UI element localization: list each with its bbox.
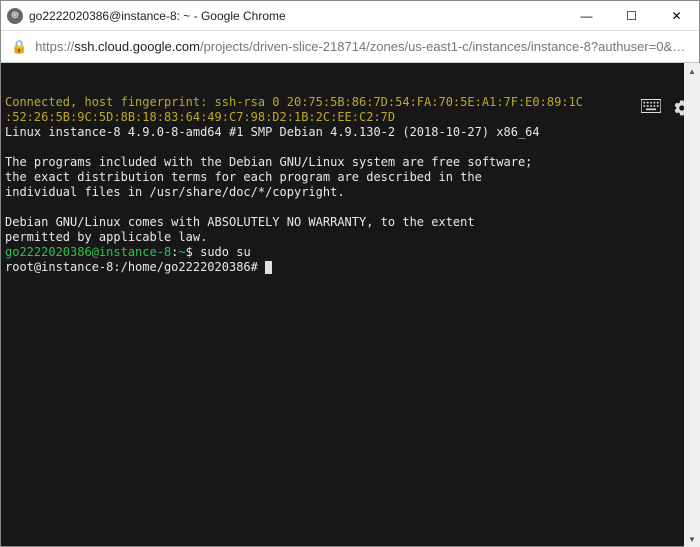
motd-line-1: The programs included with the Debian GN… [5, 155, 532, 169]
scroll-down-button[interactable]: ▼ [684, 531, 700, 547]
kernel-line: Linux instance-8 4.9.0-8-amd64 #1 SMP De… [5, 125, 540, 139]
lock-icon[interactable]: 🔒 [11, 39, 27, 55]
url-host: ssh.cloud.google.com [74, 39, 200, 54]
prompt-suffix: $ [186, 245, 200, 259]
url-scheme: https:// [35, 39, 74, 54]
prompt-path: ~ [178, 245, 185, 259]
prompt-line-2: root@instance-8:/home/go2222020386# [5, 260, 272, 274]
minimize-button[interactable]: — [564, 1, 609, 30]
close-button[interactable]: ✕ [654, 1, 699, 30]
fingerprint-line-2: :52:26:5B:9C:5D:8B:18:83:64:49:C7:98:D2:… [5, 110, 395, 124]
prompt-user: go2222020386@instance-8 [5, 245, 171, 259]
scroll-track[interactable] [684, 79, 700, 531]
motd-line-3: individual files in /usr/share/doc/*/cop… [5, 185, 345, 199]
maximize-button[interactable]: ☐ [609, 1, 654, 30]
keyboard-icon[interactable] [641, 69, 659, 85]
url-path: /projects/driven-slice-218714/zones/us-e… [200, 39, 689, 54]
scrollbar[interactable]: ▲ ▼ [684, 63, 700, 547]
command-text: sudo su [200, 245, 251, 259]
cursor [265, 261, 272, 274]
terminal-output[interactable]: Connected, host fingerprint: ssh-rsa 0 2… [1, 63, 699, 546]
motd-line-5: permitted by applicable law. [5, 230, 207, 244]
fingerprint-line-1: Connected, host fingerprint: ssh-rsa 0 2… [5, 95, 583, 109]
url-display[interactable]: https://ssh.cloud.google.com/projects/dr… [35, 39, 689, 54]
motd-line-4: Debian GNU/Linux comes with ABSOLUTELY N… [5, 215, 475, 229]
root-prompt: root@instance-8:/home/go2222020386# [5, 260, 265, 274]
motd-line-2: the exact distribution terms for each pr… [5, 170, 482, 184]
scroll-up-button[interactable]: ▲ [684, 63, 700, 79]
site-favicon: ⊕ [7, 8, 23, 24]
window-title: go2222020386@instance-8: ~ - Google Chro… [29, 9, 564, 23]
prompt-line-1: go2222020386@instance-8:~$ sudo su [5, 245, 251, 259]
